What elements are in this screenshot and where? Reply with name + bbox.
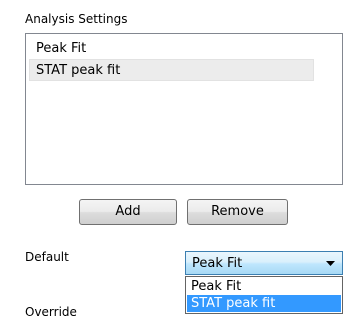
default-dropdown[interactable]: Peak Fit [185, 251, 343, 275]
list-item-stat-peak-fit[interactable]: STAT peak fit [29, 59, 314, 81]
override-label: Override [25, 305, 77, 319]
default-dropdown-value: Peak Fit [192, 256, 243, 271]
add-button[interactable]: Add [79, 199, 177, 225]
remove-button[interactable]: Remove [187, 199, 288, 225]
dropdown-option-label: STAT peak fit [191, 296, 276, 311]
list-item-label: Peak Fit [36, 41, 87, 56]
analysis-settings-list[interactable]: Peak Fit STAT peak fit [25, 33, 343, 185]
dropdown-option-peak-fit[interactable]: Peak Fit [187, 278, 341, 295]
default-label: Default [25, 250, 69, 264]
list-item-peak-fit[interactable]: Peak Fit [29, 37, 314, 59]
dropdown-option-label: Peak Fit [191, 279, 242, 294]
list-item-label: STAT peak fit [36, 63, 121, 78]
analysis-settings-panel: Analysis Settings Peak Fit STAT peak fit… [0, 0, 344, 322]
default-dropdown-options: Peak Fit STAT peak fit [185, 276, 343, 314]
dropdown-option-stat-peak-fit[interactable]: STAT peak fit [187, 295, 341, 312]
section-title: Analysis Settings [25, 12, 128, 26]
